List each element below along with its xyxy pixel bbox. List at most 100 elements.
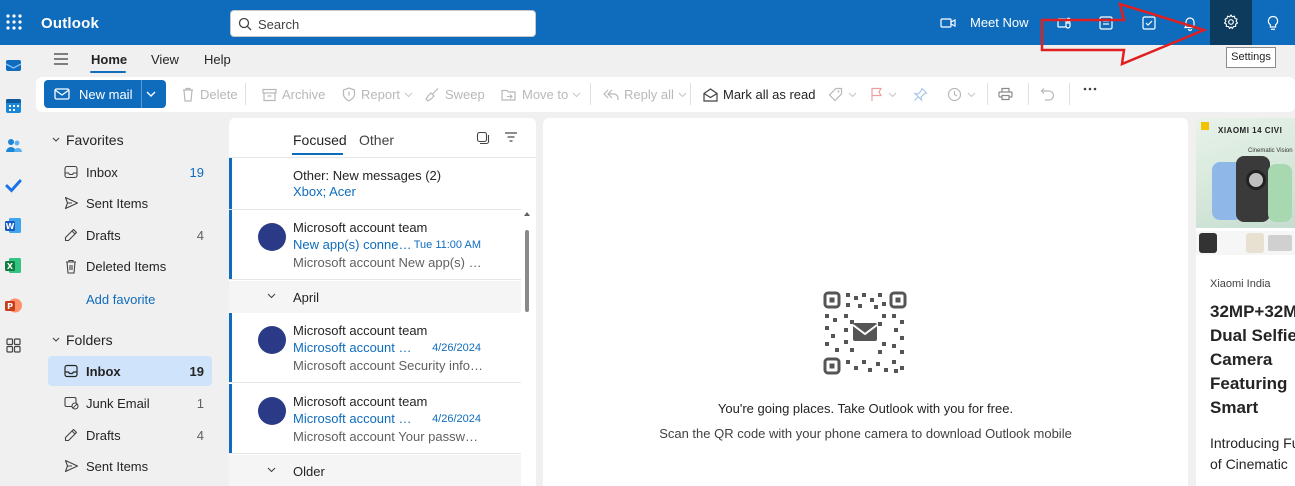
scroll-up-icon[interactable] bbox=[524, 212, 530, 216]
folder-label: Inbox bbox=[86, 165, 118, 180]
move-to-button[interactable]: Move to bbox=[501, 87, 586, 102]
toolbar-divider bbox=[690, 83, 691, 105]
message-item[interactable]: Microsoft account team New app(s) connec… bbox=[229, 210, 521, 280]
inbox-icon bbox=[64, 364, 78, 378]
sweep-button[interactable]: Sweep bbox=[425, 87, 485, 102]
tab-other[interactable]: Other bbox=[359, 132, 394, 148]
other-messages-banner[interactable]: Other: New messages (2) Xbox; Acer bbox=[229, 158, 521, 210]
filter-icon[interactable] bbox=[504, 131, 518, 143]
send-icon bbox=[64, 459, 79, 473]
phone-image bbox=[1268, 164, 1292, 222]
more-apps-icon[interactable] bbox=[4, 336, 23, 355]
chevron-down-icon[interactable] bbox=[144, 88, 158, 100]
product-thumbnail bbox=[1246, 233, 1264, 253]
ad-panel[interactable]: XIAOMI 14 CIVI Cinematic Vision Xiaomi I… bbox=[1196, 118, 1295, 486]
item-count: 4 bbox=[196, 228, 204, 243]
app-brand[interactable]: Outlook bbox=[41, 15, 99, 32]
word-app-icon[interactable]: W bbox=[4, 216, 23, 235]
folder-pane: Favorites Inbox 19 Sent Items Drafts 4 D… bbox=[36, 118, 222, 486]
meet-now-label: Meet Now bbox=[970, 15, 1029, 30]
select-mode-icon[interactable] bbox=[476, 131, 490, 145]
tag-icon bbox=[828, 87, 848, 102]
folder-item-junk[interactable]: Junk Email 1 bbox=[48, 388, 212, 418]
folder-item-sent[interactable]: Sent Items bbox=[48, 451, 212, 481]
settings-button[interactable] bbox=[1210, 0, 1252, 45]
folder-label: Deleted Items bbox=[86, 259, 167, 274]
new-mail-button[interactable]: New mail bbox=[44, 80, 166, 108]
report-label: Report bbox=[361, 87, 401, 102]
toolbar-divider bbox=[1028, 83, 1029, 105]
message-subject: Microsoft account password change bbox=[293, 411, 413, 426]
hamburger-menu-icon[interactable] bbox=[53, 53, 69, 65]
printer-icon bbox=[998, 87, 1018, 101]
tab-focused[interactable]: Focused bbox=[293, 132, 347, 148]
shield-icon bbox=[342, 87, 361, 102]
folder-item-inbox[interactable]: Inbox 19 bbox=[48, 356, 212, 386]
group-label: April bbox=[293, 290, 320, 305]
item-count: 4 bbox=[196, 428, 204, 443]
favorite-item-inbox[interactable]: Inbox 19 bbox=[48, 157, 212, 187]
new-mail-main[interactable]: New mail bbox=[44, 80, 141, 108]
unread-count: 19 bbox=[189, 364, 204, 379]
chevron-down-icon bbox=[267, 467, 276, 473]
archive-button[interactable]: Archive bbox=[262, 87, 325, 102]
group-label: Older bbox=[293, 464, 325, 479]
group-header-april[interactable]: April bbox=[229, 281, 521, 313]
avatar bbox=[258, 223, 286, 251]
message-item[interactable]: Microsoft account team Microsoft account… bbox=[229, 384, 521, 454]
search-input[interactable]: Search bbox=[258, 17, 299, 32]
clock-icon bbox=[947, 87, 967, 102]
favorites-header[interactable]: Favorites bbox=[52, 132, 124, 148]
more-options-button[interactable] bbox=[1083, 87, 1102, 91]
message-list-header: Focused Other bbox=[229, 118, 536, 158]
meet-now-button[interactable]: Meet Now bbox=[940, 15, 1029, 30]
powerpoint-app-icon[interactable]: P bbox=[4, 296, 23, 315]
focused-tab-indicator bbox=[292, 153, 343, 155]
app-launcher-icon[interactable] bbox=[4, 12, 24, 32]
chevron-down-icon bbox=[267, 293, 276, 299]
favorite-item-drafts[interactable]: Drafts 4 bbox=[48, 220, 212, 250]
todo-app-icon[interactable] bbox=[4, 176, 23, 195]
calendar-app-icon[interactable] bbox=[4, 96, 23, 115]
ad-banner-image[interactable]: XIAOMI 14 CIVI Cinematic Vision bbox=[1196, 118, 1295, 228]
folder-item-drafts[interactable]: Drafts 4 bbox=[48, 420, 212, 450]
print-button[interactable] bbox=[998, 87, 1018, 101]
favorite-item-sent[interactable]: Sent Items bbox=[48, 188, 212, 218]
favorite-item-deleted[interactable]: Deleted Items bbox=[48, 251, 212, 281]
mail-app-icon[interactable] bbox=[4, 56, 23, 75]
flag-button[interactable] bbox=[870, 87, 902, 102]
group-header-older[interactable]: Older bbox=[229, 455, 521, 486]
scrollbar-thumb[interactable] bbox=[525, 230, 529, 312]
report-button[interactable]: Report bbox=[342, 87, 418, 102]
lightbulb-icon[interactable] bbox=[1264, 14, 1282, 32]
ad-headline[interactable]: 32MP+32MP Dual Selfie Camera Featuring S… bbox=[1210, 300, 1295, 420]
archive-icon bbox=[262, 88, 282, 102]
tag-button[interactable] bbox=[828, 87, 862, 102]
undo-button[interactable] bbox=[1040, 87, 1060, 101]
message-subject: Microsoft account security info was adde… bbox=[293, 340, 413, 355]
mark-all-read-button[interactable]: Mark all as read bbox=[703, 87, 815, 102]
excel-app-icon[interactable]: X bbox=[4, 256, 23, 275]
search-icon bbox=[238, 17, 252, 31]
message-sender: Microsoft account team bbox=[293, 323, 428, 338]
add-favorite-link[interactable]: Add favorite bbox=[86, 292, 155, 307]
pin-button[interactable] bbox=[913, 87, 933, 102]
folder-label: Sent Items bbox=[86, 459, 149, 474]
people-app-icon[interactable] bbox=[4, 136, 23, 155]
reply-all-button[interactable]: Reply all bbox=[603, 87, 692, 102]
folder-label: Inbox bbox=[86, 364, 121, 379]
ad-product-strip[interactable] bbox=[1196, 231, 1295, 255]
search-box[interactable]: Search bbox=[230, 10, 536, 37]
tab-home[interactable]: Home bbox=[91, 52, 127, 67]
ellipsis-icon bbox=[1083, 87, 1102, 91]
message-list-scrollbar[interactable] bbox=[522, 212, 532, 486]
delete-button[interactable]: Delete bbox=[181, 87, 238, 102]
message-item[interactable]: Microsoft account team Microsoft account… bbox=[229, 313, 521, 383]
tab-view[interactable]: View bbox=[151, 52, 179, 67]
folders-header[interactable]: Folders bbox=[52, 332, 113, 348]
message-sender: Microsoft account team bbox=[293, 220, 428, 235]
archive-label: Archive bbox=[282, 87, 326, 102]
snooze-button[interactable] bbox=[947, 87, 981, 102]
tab-help[interactable]: Help bbox=[204, 52, 231, 67]
svg-text:X: X bbox=[7, 262, 14, 271]
